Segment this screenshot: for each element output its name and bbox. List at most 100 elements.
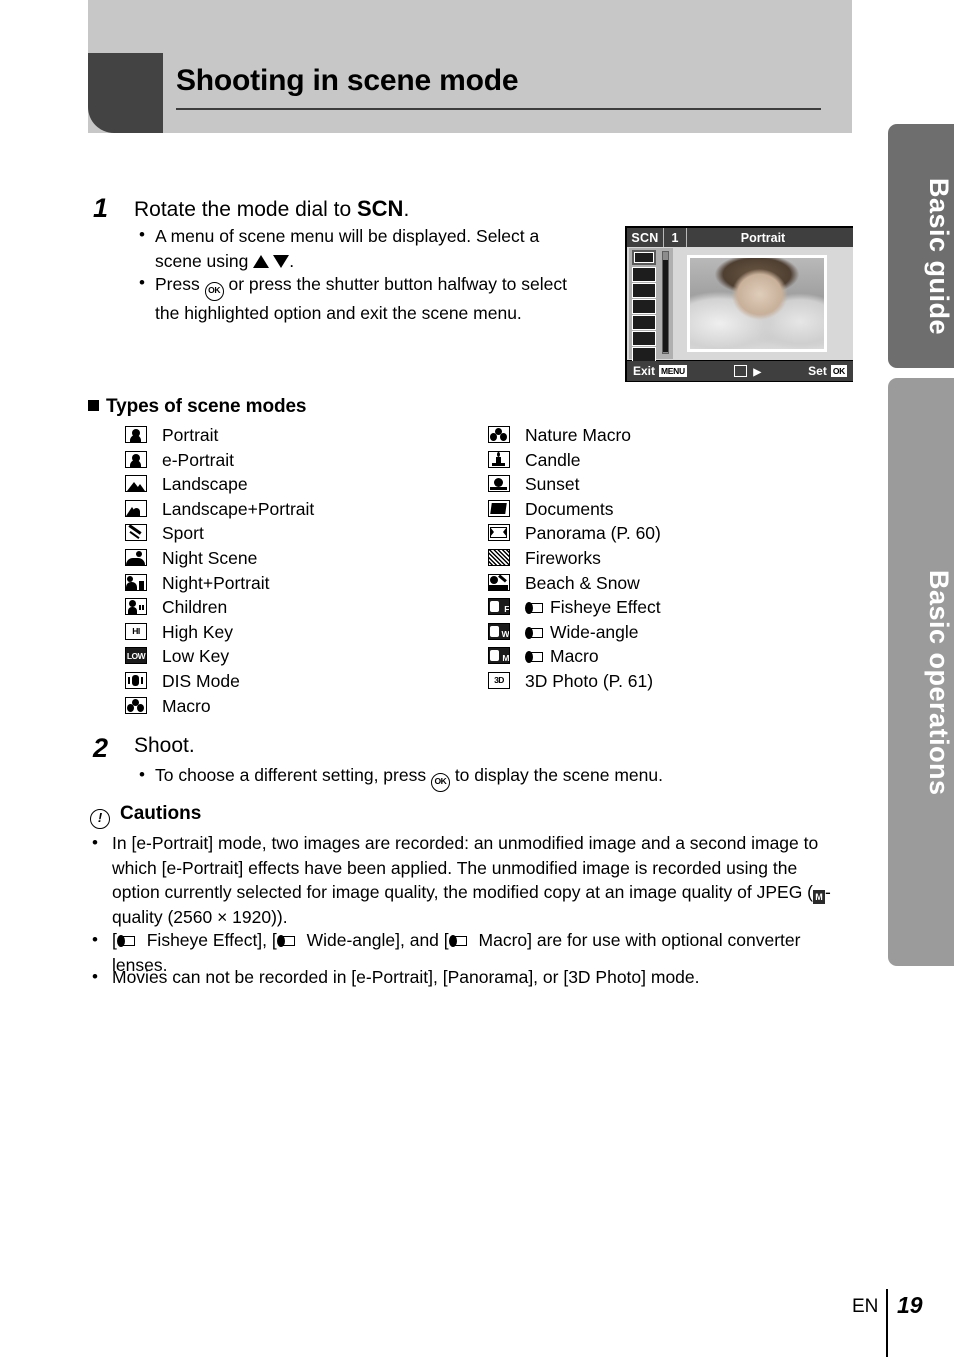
scene-mode-row[interactable]: M Macro <box>488 644 838 669</box>
scene-mode-row[interactable]: Night Scene <box>125 546 475 571</box>
scene-mode-label: Children <box>162 597 228 618</box>
step-1-bullet-1-mark: • <box>139 225 145 244</box>
scene-mode-row[interactable]: Macro <box>125 694 475 719</box>
scene-icon-sport <box>125 524 147 542</box>
scene-mode-row[interactable]: LOW Low Key <box>125 644 475 669</box>
cautions-heading-label: Cautions <box>120 803 202 824</box>
scene-mode-row[interactable]: Landscape+Portrait <box>125 497 475 522</box>
scene-mode-label: Macro <box>525 644 599 668</box>
scene-mode-row[interactable]: Panorama (P. 60) <box>488 521 838 546</box>
ok-key-icon: OK <box>830 365 847 377</box>
page-number: 19 <box>897 1292 923 1318</box>
caution-1: In [e-Portrait] mode, two images are rec… <box>112 831 840 929</box>
step-1-bullet-2-mark: • <box>139 273 145 292</box>
scene-icon-e-portrait <box>125 450 147 468</box>
scene-mode-label: Nature Macro <box>525 425 632 445</box>
scene-mode-label: Night+Portrait <box>162 572 270 593</box>
scene-modes-heading: Types of scene modes <box>88 396 306 418</box>
converter-lens-icon-2 <box>276 935 297 947</box>
scene-mode-label: Low Key <box>162 646 230 667</box>
scene-mode-row[interactable]: Landscape <box>125 472 475 497</box>
lcd-settings-control[interactable]: ▶ <box>687 364 808 378</box>
lcd-scene-icon-night-scene[interactable] <box>632 331 656 346</box>
scene-mode-row[interactable]: Sport <box>125 521 475 546</box>
scene-mode-row[interactable]: Nature Macro <box>488 423 838 448</box>
lcd-scene-icon-landscape[interactable] <box>632 283 656 298</box>
scene-mode-row[interactable]: Night+Portrait <box>125 571 475 596</box>
footer-language: EN <box>852 1296 879 1317</box>
step-2-bullet-1-post: to display the scene menu. <box>449 765 663 785</box>
lcd-mode-badge: SCN <box>631 230 659 245</box>
side-tab-basic-operations[interactable]: Basic operations <box>888 378 954 966</box>
chevron-right-icon: ▶ <box>753 367 762 378</box>
scene-mode-label: Sunset <box>525 474 580 495</box>
lcd-exit-label: Exit <box>633 364 656 378</box>
scene-mode-label: Landscape+Portrait <box>162 498 315 519</box>
scene-mode-row[interactable]: Sunset <box>488 472 838 497</box>
scene-mode-row[interactable]: W Wide-angle <box>488 620 838 645</box>
step-1-title-mode: SCN <box>356 196 404 221</box>
scene-mode-row[interactable]: HI High Key <box>125 620 475 645</box>
scene-mode-row[interactable]: Portrait <box>125 423 475 448</box>
lcd-body <box>627 247 853 362</box>
lcd-scene-icon-landscape-portrait[interactable] <box>632 299 656 314</box>
scene-icon-fisheye-effect: F <box>488 598 510 616</box>
arrow-up-icon <box>253 249 270 274</box>
scene-modes-left-column: Portrait e-Portrait Landscape Landscape+Por… <box>125 423 475 718</box>
scene-icon-sunset <box>488 475 510 493</box>
scene-mode-row[interactable]: 3D 3D Photo (P. 61) <box>488 669 838 694</box>
lcd-preview-photo-image <box>690 258 824 349</box>
step-1-bullet-2: Press OK or press the shutter button hal… <box>155 272 595 326</box>
lcd-scrollbar-thumb[interactable] <box>663 260 668 352</box>
scene-mode-label: Wide-angle <box>525 620 639 644</box>
scene-icon-nature-macro <box>488 426 510 443</box>
lcd-exit-control[interactable]: Exit MENU <box>627 364 687 378</box>
caution-1-mark: • <box>92 833 98 852</box>
step-1-title-post: . <box>403 198 410 221</box>
scene-mode-label: DIS Mode <box>162 670 240 691</box>
step-2-bullet-1-pre: To choose a different setting, press <box>155 765 431 785</box>
scene-icon-converter-macro: M <box>488 647 510 665</box>
scene-mode-row[interactable]: Children <box>125 595 475 620</box>
converter-lens-icon <box>525 651 545 664</box>
side-tab-basic-operations-label: Basic operations <box>924 570 954 796</box>
scene-icon-low-key: LOW <box>125 647 147 665</box>
scene-mode-row[interactable]: Documents <box>488 497 838 522</box>
scene-mode-label: Sport <box>162 523 204 544</box>
lcd-scene-name: Portrait <box>740 230 786 245</box>
scene-mode-row[interactable]: DIS Mode <box>125 669 475 694</box>
m-quality-badge-icon: M <box>813 890 826 904</box>
scene-mode-row[interactable]: e-Portrait <box>125 448 475 473</box>
scene-icon-text: LOW <box>126 650 146 661</box>
side-tab-basic-guide[interactable]: Basic guide <box>888 124 954 368</box>
ok-button-icon: OK <box>204 282 224 301</box>
lcd-set-control[interactable]: Set OK <box>808 364 853 378</box>
scene-mode-row[interactable]: Beach & Snow <box>488 571 838 596</box>
scene-mode-row[interactable]: F Fisheye Effect <box>488 595 838 620</box>
lcd-footer: Exit MENU ▶ Set OK <box>627 361 853 381</box>
step-1-bullet-1: A menu of scene menu will be displayed. … <box>155 224 575 274</box>
ok-button-icon-2: OK <box>430 773 450 792</box>
scene-icon-text: HI <box>132 626 140 637</box>
scene-mode-row[interactable]: Fireworks <box>488 546 838 571</box>
footer-divider <box>886 1289 888 1357</box>
scene-mode-label: Beach & Snow <box>525 572 640 593</box>
scene-mode-row[interactable]: Candle <box>488 448 838 473</box>
lcd-scene-icon-portrait[interactable] <box>632 250 656 265</box>
lcd-set-label: Set <box>808 364 827 378</box>
lcd-scene-icon-e-portrait[interactable] <box>632 267 656 282</box>
page-title: Shooting in scene mode <box>176 64 519 97</box>
scene-icon-3d-photo: 3D <box>488 671 510 689</box>
caution-1-text-a: In [e-Portrait] mode, two images are rec… <box>112 833 819 902</box>
side-tab-basic-guide-label: Basic guide <box>924 178 954 336</box>
step-2-bullet-1-mark: • <box>139 765 145 784</box>
lcd-header: SCN 1 Portrait <box>627 228 853 247</box>
scene-icon-high-key: HI <box>125 622 147 640</box>
scene-icon-text: 3D <box>494 675 504 686</box>
camera-lcd-illustration: SCN 1 Portrait Exit MENU ▶ Set OK <box>625 226 853 382</box>
scene-icon-landscape <box>125 475 147 493</box>
step-1-title: Rotate the mode dial to SCN. <box>134 196 409 222</box>
lcd-scene-icon-night-portrait[interactable] <box>632 347 656 362</box>
lcd-scene-icon-sport[interactable] <box>632 315 656 330</box>
scene-mode-label: Macro <box>162 695 211 716</box>
